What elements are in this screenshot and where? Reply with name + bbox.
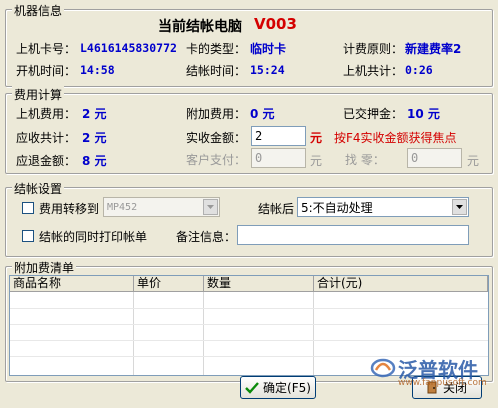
f4-hint: 按F4实收金额获得焦点 xyxy=(334,131,457,145)
change-input[interactable] xyxy=(407,148,462,168)
current-pc-label: 当前结帐电脑 xyxy=(158,19,242,35)
brand-logo-icon xyxy=(370,358,396,378)
print-bill-label: 结帐的同时打印帐单 xyxy=(39,230,148,244)
checkout-time-label: 结帐时间： xyxy=(186,64,247,78)
checkout-settings-title: 结帐设置 xyxy=(12,180,65,197)
chevron-down-icon xyxy=(203,199,218,215)
checkout-time-value: 15:24 xyxy=(250,63,285,77)
watermark-url: www.fanpusoft.com xyxy=(398,378,487,388)
column-divider xyxy=(313,292,314,375)
column-header-price[interactable]: 单价 xyxy=(134,276,204,292)
checkmark-icon xyxy=(245,381,259,394)
card-number-value: L4616145830772 xyxy=(80,41,177,55)
transfer-target-select[interactable]: MP452 xyxy=(103,197,220,217)
remark-label: 备注信息： xyxy=(176,230,237,244)
column-header-quantity[interactable]: 数量 xyxy=(204,276,314,292)
current-pc-value: V003 xyxy=(254,15,297,33)
row-divider xyxy=(10,324,488,325)
column-header-product[interactable]: 商品名称 xyxy=(10,276,134,292)
column-divider xyxy=(203,292,204,375)
column-header-total[interactable]: 合计(元) xyxy=(314,276,488,292)
received-amount-unit: 元 xyxy=(310,131,323,145)
billing-rule-value: 新建费率2 xyxy=(405,42,462,56)
card-type-label: 卡的类型： xyxy=(186,42,247,56)
chevron-down-icon xyxy=(452,199,467,215)
customer-pay-unit: 元 xyxy=(310,154,323,168)
customer-pay-input[interactable] xyxy=(251,148,306,168)
fee-calc-title: 费用计算 xyxy=(12,86,65,103)
start-time-value: 14:58 xyxy=(80,63,115,77)
print-bill-checkbox[interactable] xyxy=(22,230,34,242)
transfer-fee-label: 费用转移到 xyxy=(39,202,100,216)
refund-value: 8 元 xyxy=(82,154,107,168)
card-type-value: 临时卡 xyxy=(250,42,287,56)
change-label: 找 零： xyxy=(345,153,385,167)
extra-fee-value: 0 元 xyxy=(250,107,275,121)
billing-rule-label: 计费原则： xyxy=(343,42,404,56)
deposit-label: 已交押金： xyxy=(343,107,404,121)
total-time-label: 上机共计： xyxy=(343,64,404,78)
received-amount-label: 实收金额： xyxy=(186,131,247,145)
after-checkout-select[interactable]: 5:不自动处理 xyxy=(297,197,469,217)
confirm-button-label: 确定(F5) xyxy=(263,381,311,395)
usage-fee-value: 2 元 xyxy=(82,107,107,121)
row-divider xyxy=(10,340,488,341)
extra-fees-title: 附加费清单 xyxy=(12,259,77,276)
machine-info-title: 机器信息 xyxy=(12,2,65,19)
after-checkout-label: 结帐后 xyxy=(258,202,295,216)
transfer-fee-checkbox[interactable] xyxy=(22,202,34,214)
confirm-button[interactable]: 确定(F5) xyxy=(240,376,316,399)
customer-pay-label: 客户支付： xyxy=(186,153,247,167)
change-unit: 元 xyxy=(467,154,480,168)
row-divider xyxy=(10,308,488,309)
total-time-value: 0:26 xyxy=(405,63,433,77)
receivable-value: 2 元 xyxy=(82,131,107,145)
remark-input[interactable] xyxy=(237,225,469,245)
deposit-value: 10 元 xyxy=(407,107,440,121)
refund-label: 应退金额： xyxy=(16,154,77,168)
receivable-label: 应收共计： xyxy=(16,131,77,145)
after-checkout-value: 5:不自动处理 xyxy=(301,201,373,215)
usage-fee-label: 上机费用： xyxy=(16,107,77,121)
column-divider xyxy=(133,292,134,375)
extra-fee-label: 附加费用： xyxy=(186,107,247,121)
start-time-label: 开机时间： xyxy=(16,64,77,78)
received-amount-input[interactable] xyxy=(251,126,306,146)
card-number-label: 上机卡号： xyxy=(16,42,77,56)
transfer-target-value: MP452 xyxy=(107,202,138,213)
